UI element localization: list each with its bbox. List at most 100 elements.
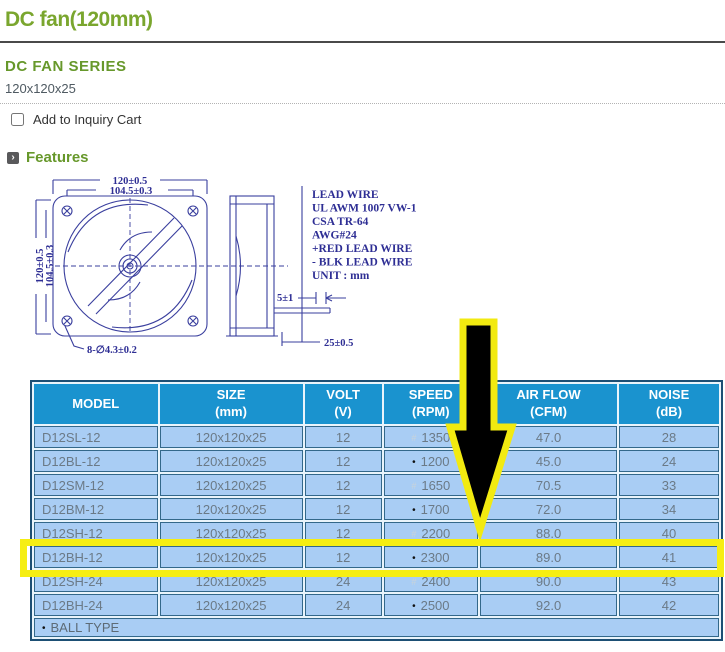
table-row: D12SL-12 120x120x25 12 #1350 47.0 28 (34, 426, 719, 448)
cell-noise: 34 (619, 498, 719, 520)
cell-model: D12SH-24 (34, 570, 158, 592)
table-row: D12SH-24 120x120x25 24 #2400 90.0 43 (34, 570, 719, 592)
bearing-type-marker: # (411, 529, 416, 539)
bearing-type-marker: • (412, 553, 416, 564)
table-header-row: MODEL SIZE(mm) VOLT(V) SPEED(RPM) AIR FL… (34, 384, 719, 424)
ball-type-legend: •BALL TYPE (34, 618, 719, 637)
fan-table-body: D12SL-12 120x120x25 12 #1350 47.0 28 D12… (34, 426, 719, 616)
col-header-model: MODEL (34, 384, 158, 424)
svg-text:- BLK LEAD WIRE: - BLK LEAD WIRE (312, 257, 413, 269)
inquiry-cart-label: Add to Inquiry Cart (33, 112, 141, 127)
inquiry-cart-checkbox[interactable] (11, 113, 24, 126)
cell-noise: 43 (619, 570, 719, 592)
cell-airflow: 88.0 (480, 522, 617, 544)
bearing-type-marker: • (412, 457, 416, 468)
dotted-divider (0, 103, 725, 104)
lead-wire-note: LEAD WIRE UL AWM 1007 VW-1 CSA TR-64 AWG… (302, 186, 417, 342)
cell-noise: 33 (619, 474, 719, 496)
cell-speed: •2300 (384, 546, 479, 568)
cell-airflow: 70.5 (480, 474, 617, 496)
series-size: 120x120x25 (5, 81, 76, 96)
inquiry-cart-row: Add to Inquiry Cart (11, 112, 141, 127)
cell-speed: #2200 (384, 522, 479, 544)
cell-volt: 24 (305, 570, 382, 592)
arrow-bullet-icon: › (7, 152, 19, 164)
bearing-type-marker: • (412, 601, 416, 612)
cell-speed: #1650 (384, 474, 479, 496)
svg-text:UNIT : mm: UNIT : mm (312, 270, 370, 282)
svg-text:CSA TR-64: CSA TR-64 (312, 216, 369, 228)
cell-speed: #1350 (384, 426, 479, 448)
product-page: DC fan(120mm) DC FAN SERIES 120x120x25 A… (0, 0, 725, 652)
cell-noise: 42 (619, 594, 719, 616)
top-dimension-lines: 120±0.5 104.5±0.3 (53, 176, 207, 197)
cell-model: D12SH-12 (34, 522, 158, 544)
table-row: D12BH-12 120x120x25 12 •2300 89.0 41 (34, 546, 719, 568)
cell-airflow: 90.0 (480, 570, 617, 592)
cell-model: D12BH-24 (34, 594, 158, 616)
cell-volt: 24 (305, 594, 382, 616)
cell-speed: •1700 (384, 498, 479, 520)
cell-volt: 12 (305, 474, 382, 496)
table-row: D12SM-12 120x120x25 12 #1650 70.5 33 (34, 474, 719, 496)
cell-size: 120x120x25 (160, 498, 303, 520)
cell-size: 120x120x25 (160, 522, 303, 544)
col-header-size: SIZE(mm) (160, 384, 303, 424)
svg-text:UL AWM 1007 VW-1: UL AWM 1007 VW-1 (312, 203, 417, 215)
bearing-type-marker: • (412, 505, 416, 516)
page-title: DC fan(120mm) (5, 8, 153, 32)
cell-speed: •2500 (384, 594, 479, 616)
table-row: D12BM-12 120x120x25 12 •1700 72.0 34 (34, 498, 719, 520)
table-row: D12BH-24 120x120x25 24 •2500 92.0 42 (34, 594, 719, 616)
svg-text:AWG#24: AWG#24 (312, 230, 357, 242)
cell-model: D12BH-12 (34, 546, 158, 568)
svg-text:8-∅4.3±0.2: 8-∅4.3±0.2 (87, 344, 137, 356)
cell-model: D12SL-12 (34, 426, 158, 448)
cell-volt: 12 (305, 426, 382, 448)
bearing-type-marker: # (411, 481, 416, 491)
cell-size: 120x120x25 (160, 450, 303, 472)
features-label: Features (26, 149, 89, 166)
cell-size: 120x120x25 (160, 594, 303, 616)
svg-text:25±0.5: 25±0.5 (324, 338, 353, 349)
cell-volt: 12 (305, 546, 382, 568)
cell-airflow: 72.0 (480, 498, 617, 520)
features-section-header: › Features (7, 149, 89, 166)
col-header-speed: SPEED(RPM) (384, 384, 479, 424)
fan-spec-table: MODEL SIZE(mm) VOLT(V) SPEED(RPM) AIR FL… (30, 380, 723, 641)
col-header-noise: NOISE(dB) (619, 384, 719, 424)
col-header-volt: VOLT(V) (305, 384, 382, 424)
table-row: D12BL-12 120x120x25 12 •1200 45.0 24 (34, 450, 719, 472)
cell-volt: 12 (305, 498, 382, 520)
svg-text:+RED LEAD WIRE: +RED LEAD WIRE (312, 243, 413, 255)
title-divider (0, 41, 725, 43)
cell-volt: 12 (305, 450, 382, 472)
table-footer-row: •BALL TYPE (34, 618, 719, 637)
bearing-type-marker: # (411, 433, 416, 443)
cell-size: 120x120x25 (160, 474, 303, 496)
cell-model: D12BM-12 (34, 498, 158, 520)
fan-front-view: 8-∅4.3±0.2 (53, 196, 288, 356)
cell-model: D12SM-12 (34, 474, 158, 496)
cell-noise: 24 (619, 450, 719, 472)
cell-airflow: 89.0 (480, 546, 617, 568)
fan-technical-drawing: 120±0.5 104.5±0.3 120±0.5 104.5±0.3 (30, 174, 470, 372)
cell-model: D12BL-12 (34, 450, 158, 472)
cell-noise: 40 (619, 522, 719, 544)
bearing-type-marker: # (411, 577, 416, 587)
cell-noise: 41 (619, 546, 719, 568)
col-header-airflow: AIR FLOW(CFM) (480, 384, 617, 424)
ball-bullet-icon: • (42, 623, 46, 634)
cell-size: 120x120x25 (160, 570, 303, 592)
svg-text:LEAD WIRE: LEAD WIRE (312, 189, 379, 201)
svg-text:104.5±0.3: 104.5±0.3 (110, 186, 153, 197)
svg-text:5±1: 5±1 (277, 293, 293, 304)
cell-airflow: 47.0 (480, 426, 617, 448)
cell-speed: #2400 (384, 570, 479, 592)
cell-size: 120x120x25 (160, 426, 303, 448)
cell-airflow: 92.0 (480, 594, 617, 616)
table-row: D12SH-12 120x120x25 12 #2200 88.0 40 (34, 522, 719, 544)
svg-text:104.5±0.3: 104.5±0.3 (45, 245, 56, 288)
cell-airflow: 45.0 (480, 450, 617, 472)
cell-size: 120x120x25 (160, 546, 303, 568)
